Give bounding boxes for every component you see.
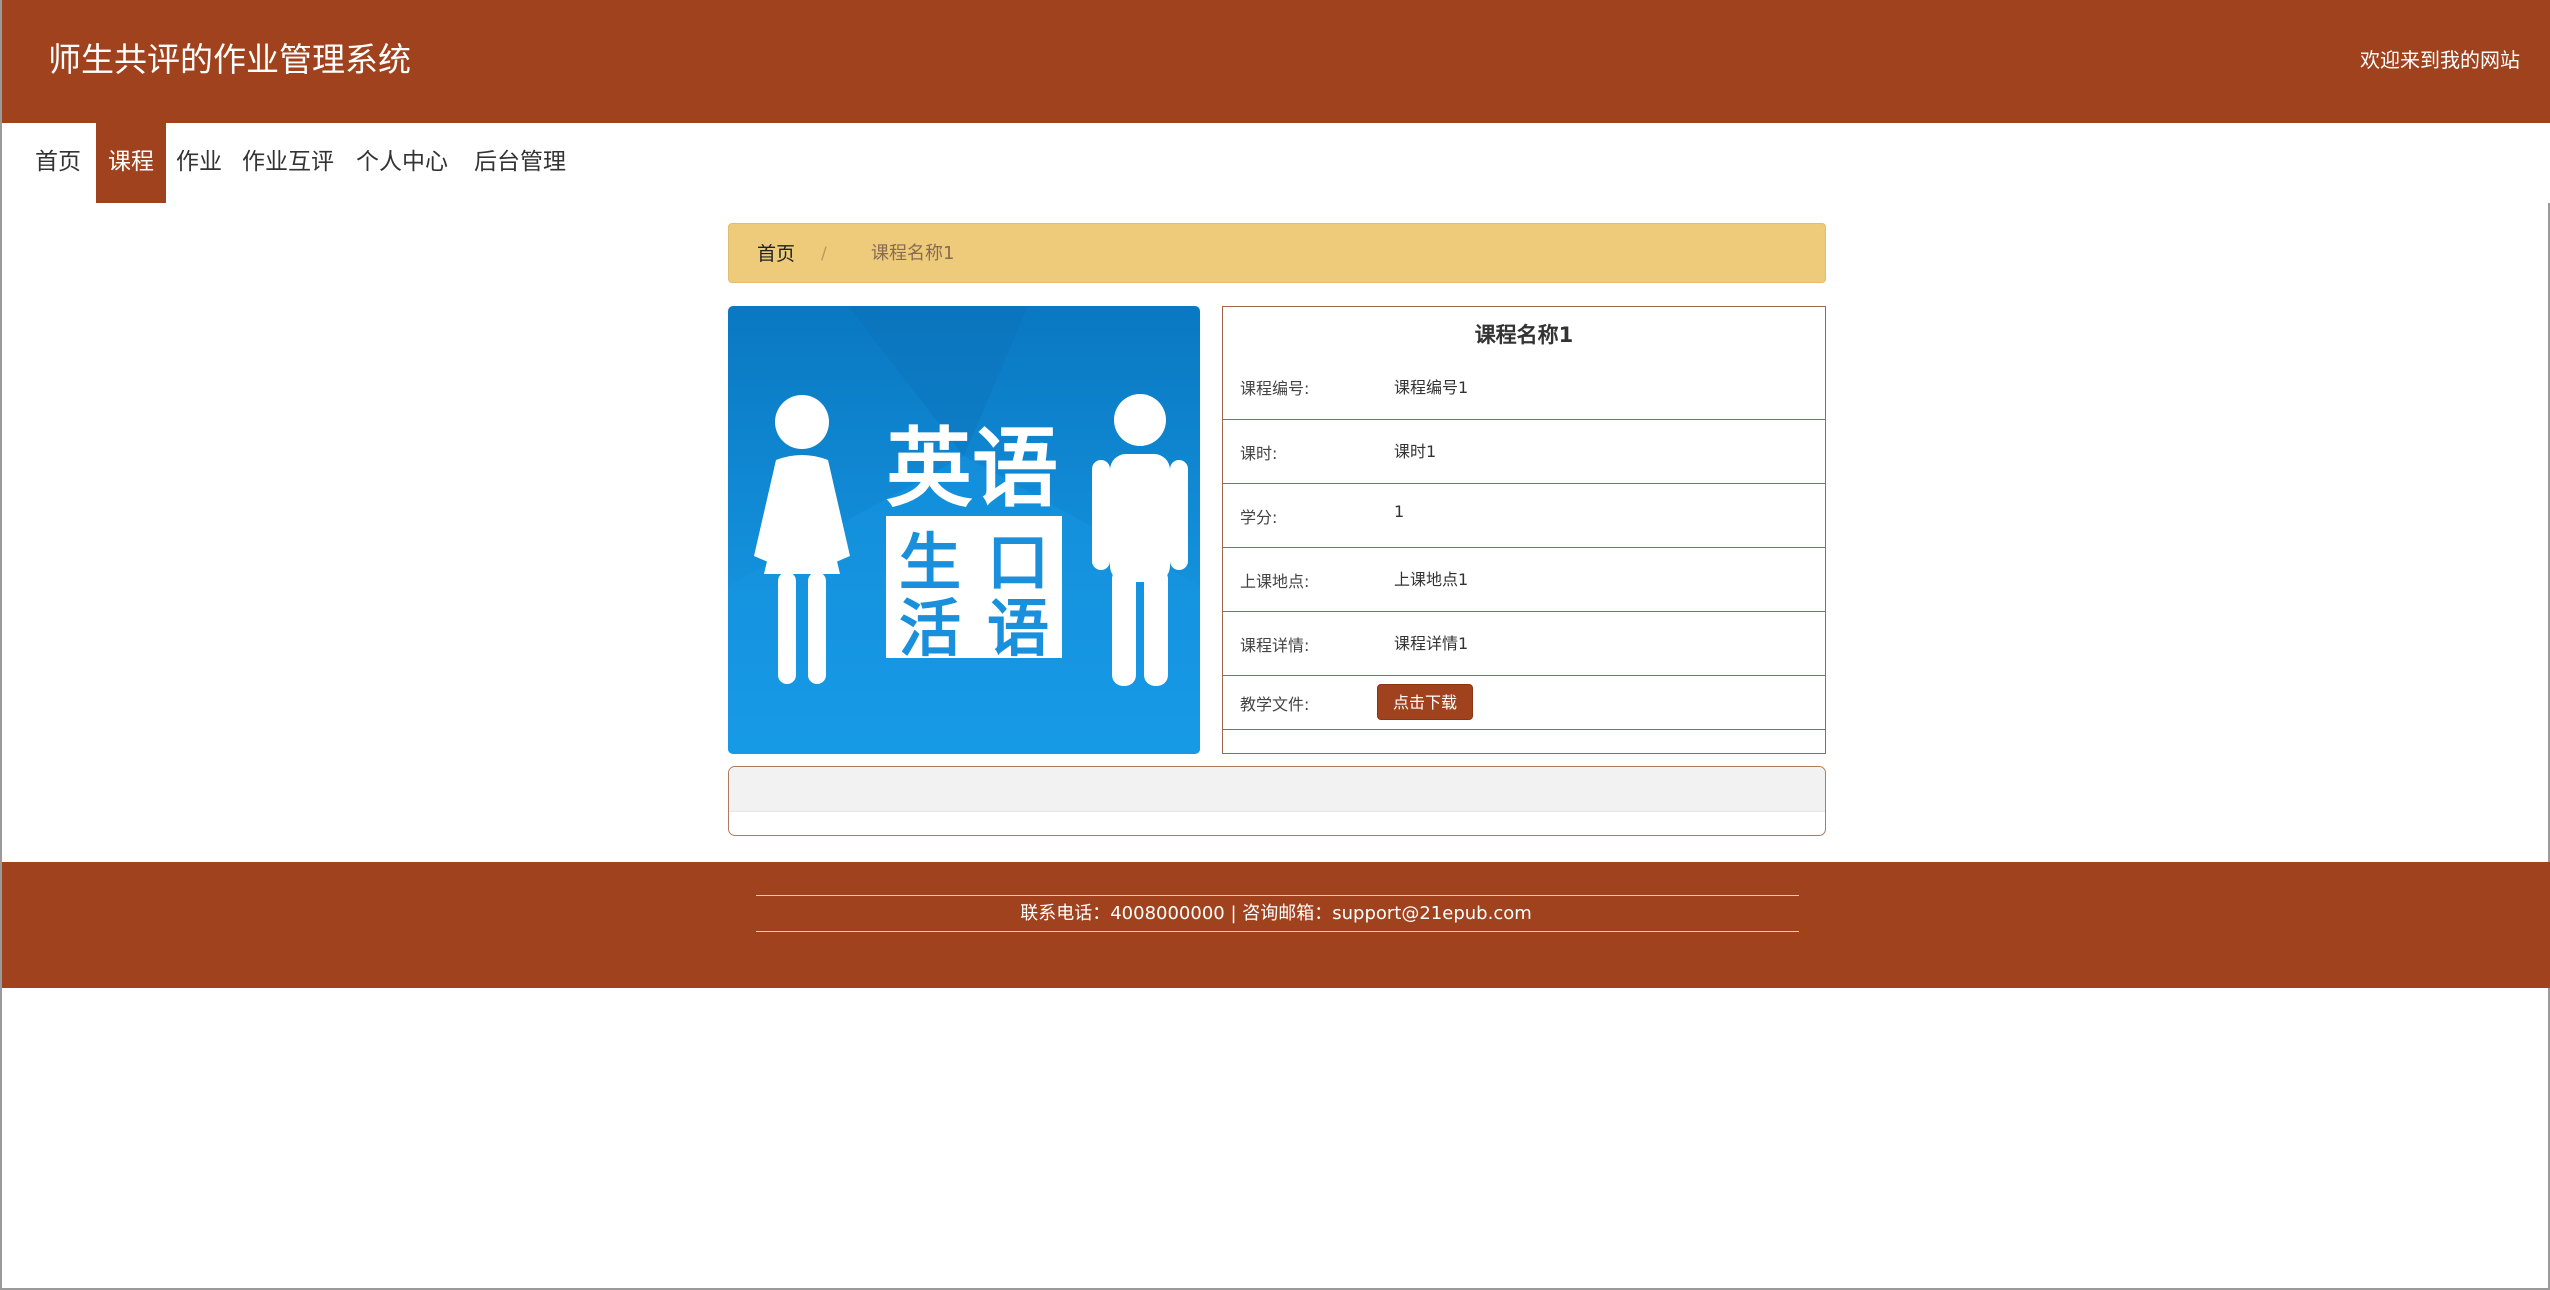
detail-row-credits: 学分: 1 <box>1223 484 1825 548</box>
detail-row-class-hours: 课时: 课时1 <box>1223 420 1825 484</box>
top-header: 师生共评的作业管理系统 欢迎来到我的网站 <box>2 0 2550 123</box>
nav-item-home[interactable]: 首页 <box>24 123 92 203</box>
credits-value: 1 <box>1394 502 1405 521</box>
download-button[interactable]: 点击下载 <box>1377 684 1473 720</box>
course-code-value: 课程编号1 <box>1394 378 1469 397</box>
class-hours-value: 课时1 <box>1394 442 1437 461</box>
course-details-label: 课程详情: <box>1240 636 1310 655</box>
nav-item-courses[interactable]: 课程 <box>96 123 166 203</box>
cover-char-4: 语 <box>987 592 1049 665</box>
breadcrumb-separator: / <box>821 244 827 264</box>
welcome-text: 欢迎来到我的网站 <box>2360 48 2520 72</box>
location-value: 上课地点1 <box>1394 570 1469 589</box>
comments-panel <box>728 766 1826 836</box>
footer: 联系电话：4008000000 | 咨询邮箱：support@21epub.co… <box>2 862 2550 988</box>
class-hours-label: 课时: <box>1240 444 1278 463</box>
breadcrumb: 首页 / 课程名称1 <box>728 223 1826 283</box>
cover-char-3: 活 <box>899 592 961 665</box>
course-cover-graphic: 英语 生 口 活 语 <box>728 306 1200 754</box>
nav-item-personal-center[interactable]: 个人中心 <box>350 123 454 203</box>
detail-row-course-code: 课程编号: 课程编号1 <box>1223 307 1825 420</box>
site-title: 师生共评的作业管理系统 <box>48 40 411 79</box>
cover-char-1: 生 <box>899 526 961 599</box>
nav-item-admin[interactable]: 后台管理 <box>464 123 576 203</box>
teaching-files-label: 教学文件: <box>1240 695 1310 714</box>
course-cover-image: 英语 生 口 活 语 <box>728 306 1200 754</box>
detail-row-teaching-files: 教学文件: 点击下载 <box>1223 676 1825 730</box>
comments-panel-header <box>729 767 1825 812</box>
page: 师生共评的作业管理系统 欢迎来到我的网站 首页 课程 作业 作业互评 个人中心 … <box>0 0 2550 1290</box>
detail-row-course-details: 课程详情: 课程详情1 <box>1223 612 1825 676</box>
footer-divider-top <box>756 895 1799 896</box>
footer-divider-bottom <box>756 931 1799 932</box>
breadcrumb-current: 课程名称1 <box>871 243 955 264</box>
location-label: 上课地点: <box>1240 572 1310 591</box>
detail-row-location: 上课地点: 上课地点1 <box>1223 548 1825 612</box>
breadcrumb-home-link[interactable]: 首页 <box>757 224 795 284</box>
nav-item-homework[interactable]: 作业 <box>170 123 228 203</box>
credits-label: 学分: <box>1240 508 1278 527</box>
course-details-value: 课程详情1 <box>1394 634 1469 653</box>
course-detail-panel: 课程名称1 课程编号: 课程编号1 课时: 课时1 学分: 1 上课地点: 上课… <box>1222 306 1826 754</box>
footer-contact-info: 联系电话：4008000000 | 咨询邮箱：support@21epub.co… <box>1020 903 1532 924</box>
cover-char-2: 口 <box>987 526 1049 599</box>
course-code-label: 课程编号: <box>1240 379 1310 398</box>
main-nav: 首页 课程 作业 作业互评 个人中心 后台管理 <box>2 123 2550 203</box>
nav-item-peer-review[interactable]: 作业互评 <box>236 123 340 203</box>
cover-text-english: 英语 <box>886 419 1058 519</box>
